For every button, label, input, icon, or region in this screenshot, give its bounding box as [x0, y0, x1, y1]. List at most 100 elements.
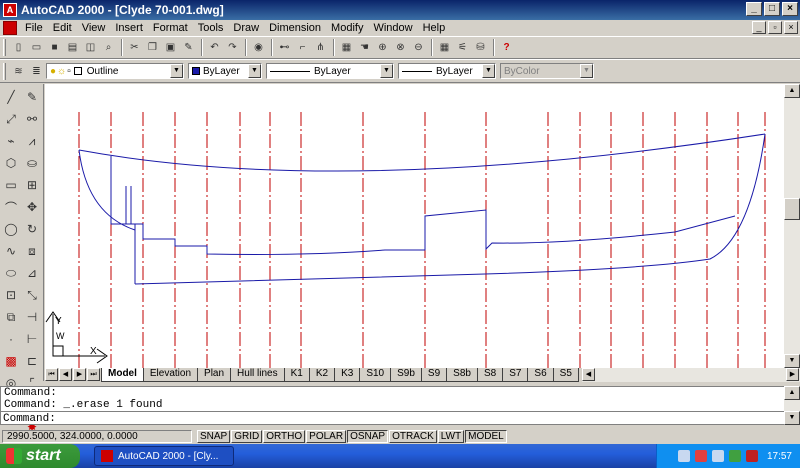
offset-icon[interactable]: ⛀ [22, 152, 42, 174]
extend-icon[interactable]: ⊢ [22, 328, 42, 350]
chevron-down-icon[interactable]: ▼ [248, 64, 261, 78]
scroll-right-button[interactable]: ▶ [786, 368, 799, 381]
tab-s8b[interactable]: S8b [446, 368, 478, 382]
close-button[interactable]: × [782, 2, 798, 16]
erase-icon[interactable]: ✎ [22, 86, 42, 108]
chevron-down-icon[interactable]: ▼ [170, 64, 183, 78]
menu-file[interactable]: File [20, 22, 48, 34]
redo-icon[interactable]: ↷ [224, 39, 241, 56]
start-button[interactable]: start [0, 444, 80, 468]
menu-modify[interactable]: Modify [326, 22, 368, 34]
insert-block-icon[interactable]: ⊡ [1, 284, 21, 306]
undo-icon[interactable]: ↶ [206, 39, 223, 56]
help-icon[interactable]: ? [498, 39, 515, 56]
model-toggle[interactable]: MODEL [465, 429, 507, 443]
menu-edit[interactable]: Edit [48, 22, 77, 34]
cut-icon[interactable]: ✂ [126, 39, 143, 56]
horizontal-scrollbar[interactable]: ◀ ▶ [581, 368, 800, 382]
tab-s6[interactable]: S6 [527, 368, 554, 382]
tab-hull-lines[interactable]: Hull lines [230, 368, 285, 382]
line-icon[interactable]: ╱ [1, 86, 21, 108]
last-tab-button[interactable]: ⏭ [87, 368, 100, 381]
lineweight-dropdown[interactable]: ByLayer ▼ [398, 63, 496, 79]
zoom-prev-icon[interactable]: ⊖ [410, 39, 427, 56]
tab-model[interactable]: Model [101, 368, 144, 382]
ellipse-icon[interactable]: ⬭ [1, 262, 21, 284]
spline-icon[interactable]: ∿ [1, 240, 21, 262]
stretch-icon[interactable]: ⊿ [22, 262, 42, 284]
zoom-window-icon[interactable]: ⊗ [392, 39, 409, 56]
drawing-area[interactable]: Y W X [45, 84, 784, 368]
dbconnect-icon[interactable]: ⛁ [472, 39, 489, 56]
polygon-icon[interactable]: ⬡ [1, 152, 21, 174]
toolbar-grip[interactable] [3, 39, 6, 56]
menu-view[interactable]: View [77, 22, 111, 34]
rotate-icon[interactable]: ↻ [22, 218, 42, 240]
first-tab-button[interactable]: ⏮ [45, 368, 58, 381]
command-input[interactable]: Command: [0, 411, 784, 425]
menu-dimension[interactable]: Dimension [264, 22, 326, 34]
tab-k3[interactable]: K3 [334, 368, 361, 382]
zoom-icon[interactable]: ⊕ [374, 39, 391, 56]
polyline-icon[interactable]: ⌁ [1, 130, 21, 152]
menu-help[interactable]: Help [418, 22, 451, 34]
layers-icon[interactable]: ≣ [28, 63, 45, 80]
mirror-icon[interactable]: ⩘ [22, 130, 42, 152]
hatch-icon[interactable]: ▩ [1, 350, 21, 372]
chevron-down-icon[interactable]: ▼ [380, 64, 393, 78]
doc-restore-button[interactable]: ▫ [768, 21, 782, 34]
open-icon[interactable]: ▭ [28, 39, 45, 56]
menu-tools[interactable]: Tools [193, 22, 229, 34]
find-icon[interactable]: ⌕ [100, 39, 117, 56]
grid-toggle[interactable]: GRID [231, 429, 263, 443]
preview-icon[interactable]: ◫ [82, 39, 99, 56]
tree-icon[interactable]: ⋔ [312, 39, 329, 56]
linetype-dropdown[interactable]: ByLayer ▼ [266, 63, 394, 79]
doc-minimize-button[interactable]: _ [752, 21, 766, 34]
document-icon[interactable] [3, 21, 17, 35]
rectangle-icon[interactable]: ▭ [1, 174, 21, 196]
scroll-down-button[interactable]: ▼ [784, 354, 800, 368]
move-icon[interactable]: ✥ [22, 196, 42, 218]
doc-close-button[interactable]: × [784, 21, 798, 34]
break-icon[interactable]: ⊏ [22, 350, 42, 372]
toolbar-grip[interactable] [3, 62, 6, 80]
chevron-down-icon[interactable]: ▼ [482, 64, 495, 78]
make-layer-current-icon[interactable]: ≋ [10, 63, 27, 80]
menu-format[interactable]: Format [148, 22, 193, 34]
network-icon[interactable] [677, 450, 690, 462]
cmd-scroll-down-button[interactable]: ▼ [784, 411, 800, 425]
cmd-scroll-up-button[interactable]: ▲ [784, 386, 800, 400]
app-tray-icon[interactable] [728, 450, 741, 462]
copy-icon[interactable]: ❐ [144, 39, 161, 56]
tab-k2[interactable]: K2 [308, 368, 336, 382]
tab-elevation[interactable]: Elevation [142, 368, 199, 382]
tab-s10[interactable]: S10 [359, 368, 392, 382]
vertical-scrollbar[interactable]: ▲ ▼ [784, 84, 800, 368]
pan-icon[interactable]: ☚ [356, 39, 373, 56]
next-tab-button[interactable]: ▶ [73, 368, 86, 381]
ortho-toggle[interactable]: ORTHO [263, 429, 306, 443]
menu-window[interactable]: Window [368, 22, 417, 34]
scroll-up-button[interactable]: ▲ [784, 84, 800, 98]
point-icon[interactable]: · [1, 328, 21, 350]
paste-icon[interactable]: ▣ [162, 39, 179, 56]
tab-s8[interactable]: S8 [476, 368, 504, 382]
coordinate-display[interactable]: 2990.5000, 324.0000, 0.0000 [2, 429, 192, 443]
properties-icon[interactable]: ▦ [436, 39, 453, 56]
antivirus-icon[interactable] [745, 450, 758, 462]
tab-plan[interactable]: Plan [197, 368, 232, 382]
lengthen-icon[interactable]: ⤡ [22, 284, 42, 306]
tab-s9b[interactable]: S9b [390, 368, 422, 382]
arc-icon[interactable]: ⌒ [1, 196, 21, 218]
lwt-toggle[interactable]: LWT [437, 429, 465, 443]
construction-line-icon[interactable]: ⤢ [1, 108, 21, 130]
copy-object-icon[interactable]: ⚯ [22, 108, 42, 130]
new-icon[interactable]: ▯ [10, 39, 27, 56]
trim-icon[interactable]: ⊣ [22, 306, 42, 328]
polar-toggle[interactable]: POLAR [306, 429, 347, 443]
security-icon[interactable] [694, 450, 707, 462]
volume-icon[interactable] [711, 450, 724, 462]
tab-k1[interactable]: K1 [283, 368, 310, 382]
maximize-button[interactable]: □ [764, 2, 780, 16]
